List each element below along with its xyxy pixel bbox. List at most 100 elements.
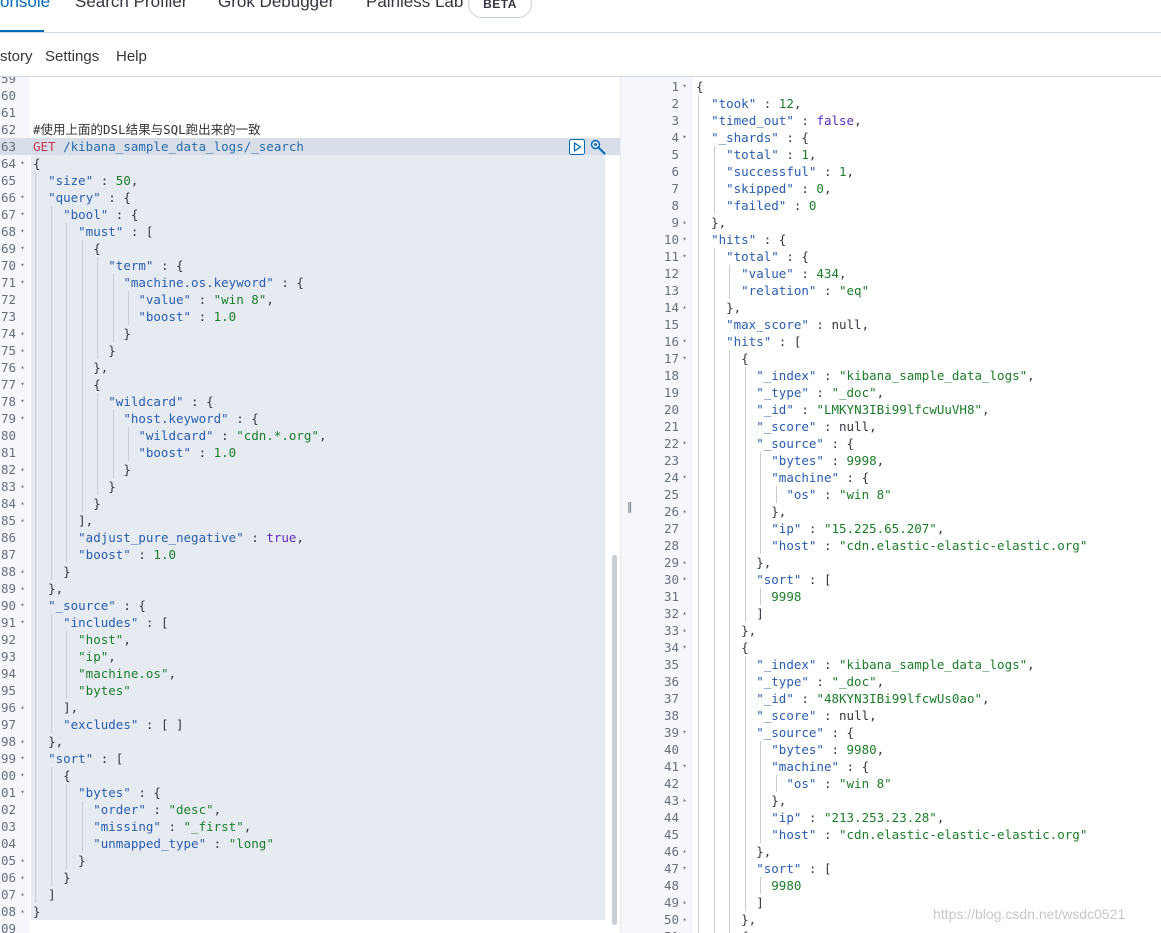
code-line[interactable]: 3 "timed_out" : false, [637, 112, 1161, 129]
fold-toggle-icon[interactable]: ▾ [680, 129, 689, 146]
fold-toggle-icon[interactable]: ▴ [680, 503, 689, 520]
code-line[interactable]: 109 [0, 920, 620, 933]
code-line[interactable]: 30 ▾ "sort" : [ [637, 571, 1161, 588]
fold-toggle-icon[interactable]: ▴ [18, 699, 27, 716]
code-line[interactable]: 106▴ } [0, 869, 620, 886]
code-line[interactable]: 8 "failed" : 0 [637, 197, 1161, 214]
code-line[interactable]: 64 ▾ { [0, 155, 620, 172]
fold-toggle-icon[interactable]: ▾ [18, 376, 27, 393]
code-line[interactable]: 2 "took" : 12, [637, 95, 1161, 112]
code-line[interactable]: 48 9980 [637, 877, 1161, 894]
fold-toggle-icon[interactable]: ▾ [18, 750, 27, 767]
code-line[interactable]: 17 ▾ { [637, 350, 1161, 367]
code-line[interactable]: 87 "boost" : 1.0 [0, 546, 620, 563]
code-line[interactable]: 1 ▾ { [637, 78, 1161, 95]
fold-toggle-icon[interactable]: ▾ [18, 784, 27, 801]
fold-toggle-icon[interactable]: ▴ [18, 461, 27, 478]
fold-toggle-icon[interactable]: ▾ [680, 758, 689, 775]
fold-toggle-icon[interactable]: ▴ [680, 792, 689, 809]
code-line[interactable]: 73 "boost" : 1.0 [0, 308, 620, 325]
code-line[interactable]: 18 "_index" : "kibana_sample_data_logs", [637, 367, 1161, 384]
code-line[interactable]: 23 "bytes" : 9998, [637, 452, 1161, 469]
send-request-icon[interactable] [569, 139, 585, 155]
fold-toggle-icon[interactable]: ▴ [680, 911, 689, 928]
fold-toggle-icon[interactable]: ▴ [680, 299, 689, 316]
code-line[interactable]: 76 ▴ }, [0, 359, 620, 376]
code-line[interactable]: 97 "excludes" : [ ] [0, 716, 620, 733]
fold-toggle-icon[interactable]: ▾ [680, 860, 689, 877]
code-line[interactable]: 4 ▾ "_shards" : { [637, 129, 1161, 146]
code-line[interactable]: 6 "successful" : 1, [637, 163, 1161, 180]
code-line[interactable]: 66 ▾ "query" : { [0, 189, 620, 206]
menu-settings[interactable]: Settings [45, 48, 99, 65]
code-line[interactable]: 27 "ip" : "15.225.65.207", [637, 520, 1161, 537]
code-line[interactable]: 75 ▴ } [0, 342, 620, 359]
fold-toggle-icon[interactable]: ▾ [18, 597, 27, 614]
code-line[interactable]: 47 ▾ "sort" : [ [637, 860, 1161, 877]
code-line[interactable]: 9 ▴ }, [637, 214, 1161, 231]
fold-toggle-icon[interactable]: ▾ [680, 350, 689, 367]
code-line[interactable]: 60 [0, 87, 620, 104]
fold-toggle-icon[interactable]: ▴ [680, 214, 689, 231]
code-line[interactable]: 12 "value" : 434, [637, 265, 1161, 282]
fold-toggle-icon[interactable]: ▴ [18, 359, 27, 376]
code-line[interactable]: 15 "max_score" : null, [637, 316, 1161, 333]
fold-toggle-icon[interactable]: ▾ [18, 614, 27, 631]
code-line[interactable]: 80 "wildcard" : "cdn.*.org", [0, 427, 620, 444]
code-line[interactable]: 34 ▾ { [637, 639, 1161, 656]
fold-toggle-icon[interactable]: ▾ [18, 206, 27, 223]
fold-toggle-icon[interactable]: ▴ [18, 478, 27, 495]
fold-toggle-icon[interactable]: ▴ [18, 903, 27, 920]
code-line[interactable]: 38 "_score" : null, [637, 707, 1161, 724]
response-viewer[interactable]: 1 ▾{2 "took" : 12, 3 "timed_out" : false, 4… [637, 77, 1161, 933]
code-line[interactable]: 71 ▾ "machine.os.keyword" : { [0, 274, 620, 291]
code-line[interactable]: 62 #使用上面的DSL结果与SQL跑出来的一致 [0, 121, 620, 138]
code-line[interactable]: 85 ▴ ], [0, 512, 620, 529]
code-line[interactable]: 70 ▾ "term" : { [0, 257, 620, 274]
code-line[interactable]: 5 "total" : 1, [637, 146, 1161, 163]
code-line[interactable]: 25 "os" : "win 8" [637, 486, 1161, 503]
code-line[interactable]: 82 ▴ } [0, 461, 620, 478]
code-line[interactable]: 32 ▴ ] [637, 605, 1161, 622]
fold-toggle-icon[interactable]: ▴ [680, 843, 689, 860]
code-line[interactable]: 69 ▾ { [0, 240, 620, 257]
code-line[interactable]: 101▾ "bytes" : { [0, 784, 620, 801]
fold-toggle-icon[interactable]: ▾ [680, 724, 689, 741]
fold-toggle-icon[interactable]: ▾ [18, 410, 27, 427]
fold-toggle-icon[interactable]: ▴ [18, 512, 27, 529]
code-line[interactable]: 89 ▴ }, [0, 580, 620, 597]
code-line[interactable]: 100▾ { [0, 767, 620, 784]
menu-history[interactable]: story [0, 48, 33, 65]
fold-toggle-icon[interactable]: ▾ [680, 639, 689, 656]
fold-toggle-icon[interactable]: ▾ [680, 78, 689, 95]
code-line[interactable]: 37 "_id" : "48KYN3IBi99lfcwUs0ao", [637, 690, 1161, 707]
code-line[interactable]: 10 ▾ "hits" : { [637, 231, 1161, 248]
code-line[interactable]: 72 "value" : "win 8", [0, 291, 620, 308]
fold-toggle-icon[interactable]: ▴ [18, 886, 27, 903]
code-line[interactable]: 45 "host" : "cdn.elastic-elastic-elastic… [637, 826, 1161, 843]
code-line[interactable]: 96 ▴ ], [0, 699, 620, 716]
fold-toggle-icon[interactable]: ▾ [18, 767, 27, 784]
fold-toggle-icon[interactable]: ▴ [18, 580, 27, 597]
fold-toggle-icon[interactable]: ▾ [18, 257, 27, 274]
code-line[interactable]: 35 "_index" : "kibana_sample_data_logs", [637, 656, 1161, 673]
code-line[interactable]: 84 ▴ } [0, 495, 620, 512]
code-line[interactable]: 86 "adjust_pure_negative" : true, [0, 529, 620, 546]
code-line[interactable]: 20 "_id" : "LMKYN3IBi99lfcwUuVH8", [637, 401, 1161, 418]
code-line[interactable]: 78 ▾ "wildcard" : { [0, 393, 620, 410]
code-line[interactable]: 94 "machine.os", [0, 665, 620, 682]
code-line[interactable]: 81 "boost" : 1.0 [0, 444, 620, 461]
code-line[interactable]: 93 "ip", [0, 648, 620, 665]
code-line[interactable]: 105▴ } [0, 852, 620, 869]
code-line[interactable]: 44 "ip" : "213.253.23.28", [637, 809, 1161, 826]
code-line[interactable]: 28 "host" : "cdn.elastic-elastic-elastic… [637, 537, 1161, 554]
fold-toggle-icon[interactable]: ▾ [680, 435, 689, 452]
code-line[interactable]: 104 "unmapped_type" : "long" [0, 835, 620, 852]
fold-toggle-icon[interactable]: ▴ [18, 325, 27, 342]
fold-toggle-icon[interactable]: ▴ [18, 852, 27, 869]
code-line[interactable]: 103 "missing" : "_first", [0, 818, 620, 835]
code-line[interactable]: 83 ▴ } [0, 478, 620, 495]
code-line[interactable]: 21 "_score" : null, [637, 418, 1161, 435]
resize-handle-icon[interactable]: ‖ [627, 500, 633, 513]
code-line[interactable]: 95 "bytes" [0, 682, 620, 699]
